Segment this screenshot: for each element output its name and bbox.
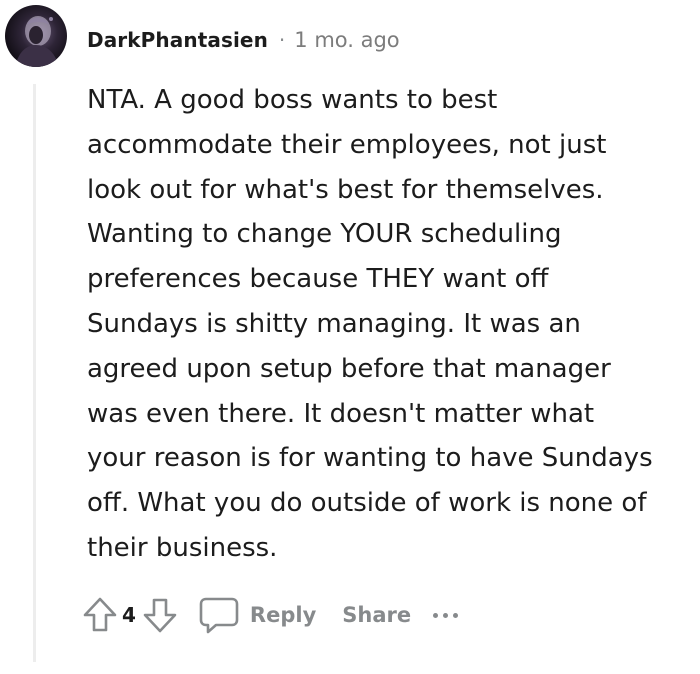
comment-meta: DarkPhantasien · 1 mo. ago — [87, 25, 400, 55]
avatar-image — [15, 16, 59, 67]
three-dots-icon — [443, 612, 449, 618]
speech-bubble-icon — [199, 597, 239, 634]
comment-body-line: Wanting to change YOUR scheduling — [87, 219, 562, 250]
comment-body-line: agreed upon setup before that manager — [87, 353, 611, 384]
comment: DarkPhantasien · 1 mo. ago NTA. A good b… — [0, 0, 700, 674]
meta-separator: · — [278, 28, 286, 52]
three-dots-icon — [433, 612, 439, 618]
comment-body-line: their business. — [87, 532, 278, 563]
comment-body: NTA. A good boss wants to best accommoda… — [87, 78, 695, 571]
reply-label: Reply — [249, 603, 317, 627]
comment-body-line: look out for what's best for themselves. — [87, 174, 604, 205]
arrow-up-outline-icon — [83, 597, 117, 632]
comment-body-line: accommodate their employees, not just — [87, 129, 607, 160]
share-button[interactable]: Share — [342, 603, 411, 627]
downvote-button[interactable] — [140, 593, 180, 637]
comment-body-line: Sundays is shitty managing. It was an — [87, 308, 581, 339]
more-options-button[interactable] — [433, 605, 463, 625]
comment-body-line: NTA. A good boss wants to best — [87, 85, 498, 115]
comment-body-line: preferences because THEY want off — [87, 264, 549, 295]
author-username[interactable]: DarkPhantasien — [87, 28, 268, 52]
comment-body-line: your reason is for wanting to have Sunda… — [87, 443, 653, 474]
comment-action-bar: 4 Reply Share — [80, 593, 463, 637]
vote-count: 4 — [122, 603, 136, 627]
thread-collapse-line[interactable] — [33, 84, 36, 662]
upvote-button[interactable] — [80, 593, 120, 637]
comment-body-line: off. What you do outside of work is none… — [87, 488, 647, 519]
three-dots-icon — [453, 612, 459, 618]
reply-button[interactable]: Reply — [198, 595, 316, 635]
user-avatar[interactable] — [5, 5, 67, 67]
comment-timestamp[interactable]: 1 mo. ago — [294, 28, 399, 52]
arrow-down-outline-icon — [143, 598, 177, 633]
comment-body-line: was even there. It doesn't matter what — [87, 398, 595, 429]
